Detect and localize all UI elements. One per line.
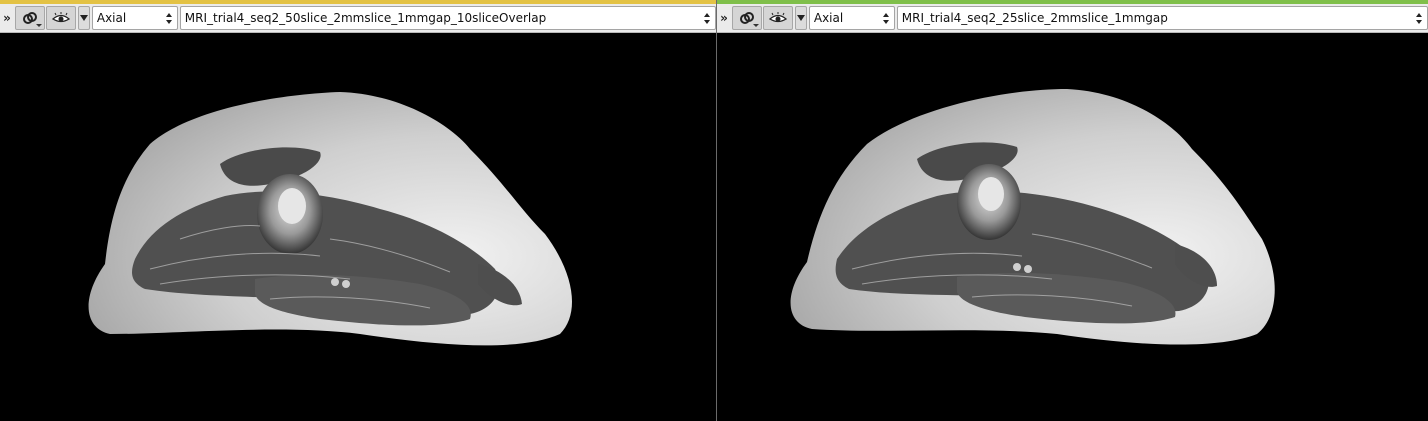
chevron-down-icon <box>796 15 805 21</box>
link-toggle-button[interactable] <box>731 6 762 30</box>
volume-select[interactable]: MRI_trial4_seq2_25slice_2mmslice_1mmgap <box>896 6 1428 30</box>
mri-slice-image[interactable] <box>0 34 716 421</box>
orientation-select[interactable]: Axial <box>808 6 895 30</box>
updown-arrows-icon <box>1416 13 1422 24</box>
orientation-value: Axial <box>813 11 844 25</box>
updown-arrows-icon <box>165 13 172 24</box>
slice-view-left: » Axial MRI_trial4_seq2_50slice_2mmslice… <box>0 0 716 421</box>
orientation-value: Axial <box>96 11 127 25</box>
menu-arrow-icon <box>752 24 759 27</box>
volume-select[interactable]: MRI_trial4_seq2_50slice_2mmslice_1mmgap_… <box>179 6 716 30</box>
volume-value: MRI_trial4_seq2_50slice_2mmslice_1mmgap_… <box>184 11 547 25</box>
link-toggle-button[interactable] <box>14 6 45 30</box>
more-controls-icon[interactable]: » <box>717 11 731 25</box>
volume-value: MRI_trial4_seq2_25slice_2mmslice_1mmgap <box>901 11 1168 25</box>
eye-icon <box>768 12 787 23</box>
menu-arrow-icon <box>35 24 42 27</box>
updown-arrows-icon <box>882 13 889 24</box>
chevron-down-icon <box>79 15 88 21</box>
visibility-menu-button[interactable] <box>77 6 90 30</box>
slice-controller-bar: » Axial <box>717 4 1428 33</box>
mri-slice-image[interactable] <box>717 34 1428 421</box>
slice-views: » Axial MRI_trial4_seq2_50slice_2mmslice… <box>0 0 1428 421</box>
updown-arrows-icon <box>704 13 710 24</box>
more-controls-icon[interactable]: » <box>0 11 14 25</box>
visibility-button[interactable] <box>762 6 793 30</box>
eye-icon <box>51 12 70 23</box>
slice-controller-bar: » Axial <box>0 4 716 33</box>
visibility-button[interactable] <box>45 6 76 30</box>
slice-view-right: » Axial MRI_trial4_seq2_25slice_2mmslice… <box>717 0 1428 421</box>
visibility-menu-button[interactable] <box>794 6 807 30</box>
orientation-select[interactable]: Axial <box>91 6 178 30</box>
